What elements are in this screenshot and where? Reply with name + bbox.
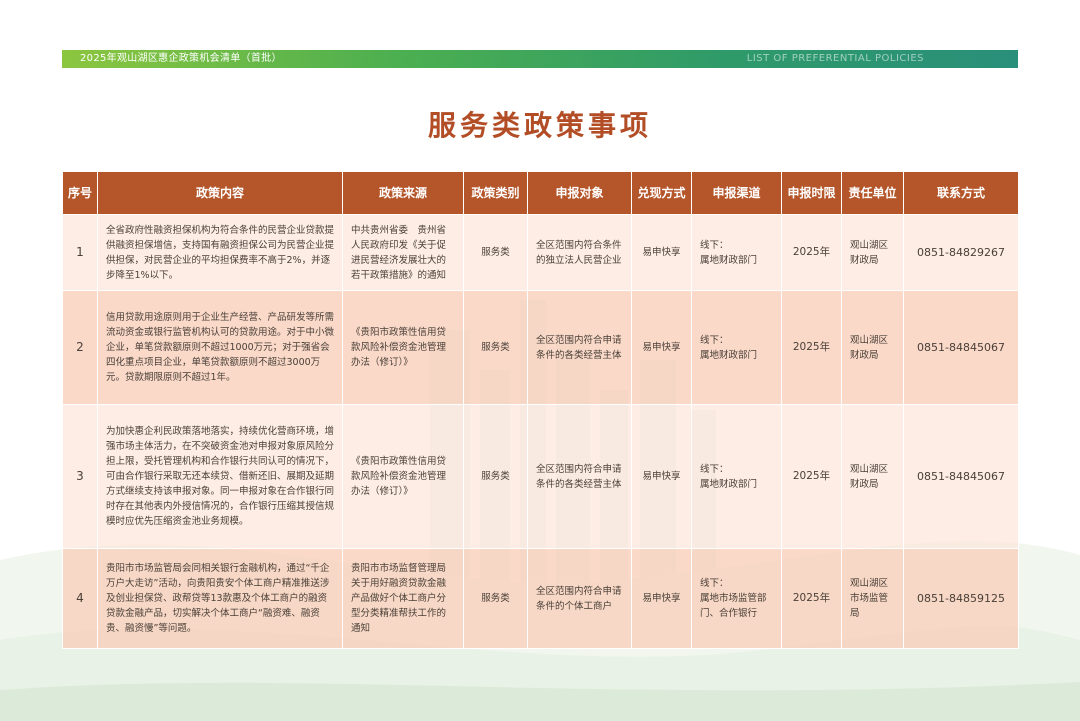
column-header-source: 政策来源 [342,171,464,215]
application-deadline: 2025年 [781,548,842,649]
column-header-deadline: 申报时限 [781,171,842,215]
fulfillment-method: 易申快享 [631,290,692,405]
fulfillment-method: 易申快享 [631,404,692,549]
fulfillment-method: 易申快享 [631,548,692,649]
column-header-unit: 责任单位 [841,171,904,215]
policy-category: 服务类 [463,290,528,405]
row-number: 3 [62,404,98,549]
row-number: 4 [62,548,98,649]
policy-source: 贵阳市市场监督管理局关于用好融资贷款金融产品做好个体工商户分型分类精准帮扶工作的… [342,548,464,649]
application-channel: 线下： 属地财政部门 [691,290,782,405]
table-row: 2 信用贷款用途原则用于企业生产经营、产品研发等所需流动资金或银行监管机构认可的… [62,290,1019,405]
application-target: 全区范围内符合条件的独立法人民营企业 [527,214,632,291]
application-target: 全区范围内符合申请条件的各类经营主体 [527,404,632,549]
responsible-unit: 观山湖区市场监管局 [841,548,904,649]
policy-source: 《贵阳市政策性信用贷款风险补偿资金池管理办法（修订）》 [342,290,464,405]
column-header-contact: 联系方式 [903,171,1019,215]
contact-phone: 0851-84845067 [903,290,1019,405]
column-header-content: 政策内容 [97,171,343,215]
policy-content: 信用贷款用途原则用于企业生产经营、产品研发等所需流动资金或银行监管机构认可的贷款… [97,290,343,405]
column-header-channel: 申报渠道 [691,171,782,215]
row-number: 1 [62,214,98,291]
column-header-category: 政策类别 [463,171,528,215]
page-title: 服务类政策事项 [427,109,652,142]
policy-content: 全省政府性融资担保机构为符合条件的民营企业贷款提供融资担保增信，支持国有融资担保… [97,214,343,291]
policy-category: 服务类 [463,214,528,291]
responsible-unit: 观山湖区财政局 [841,404,904,549]
policy-category: 服务类 [463,548,528,649]
application-channel: 线下： 属地市场监管部门、合作银行 [691,548,782,649]
policy-source: 中共贵州省委 贵州省人民政府印发《关于促进民营经济发展壮大的若干政策措施》的通知 [342,214,464,291]
row-number: 2 [62,290,98,405]
column-header-no: 序号 [62,171,98,215]
header-band: 2025年观山湖区惠企政策机会清单（首批） LIST OF PREFERENTI… [62,50,1018,68]
responsible-unit: 观山湖区财政局 [841,290,904,405]
contact-phone: 0851-84845067 [903,404,1019,549]
policy-table: 序号 政策内容 政策来源 政策类别 申报对象 兑现方式 申报渠道 申报时限 责任… [62,171,1019,649]
policy-content: 贵阳市市场监管局会同相关银行金融机构，通过“千企万户大走访”活动，向贵阳贵安个体… [97,548,343,649]
application-deadline: 2025年 [781,290,842,405]
column-header-method: 兑现方式 [631,171,692,215]
policy-source: 《贵阳市政策性信用贷款风险补偿资金池管理办法（修订）》 [342,404,464,549]
policy-category: 服务类 [463,404,528,549]
document-header-subtitle: LIST OF PREFERENTIAL POLICIES [746,53,924,64]
application-target: 全区范围内符合申请条件的各类经营主体 [527,290,632,405]
contact-phone: 0851-84859125 [903,548,1019,649]
application-channel: 线下： 属地财政部门 [691,404,782,549]
table-row: 1 全省政府性融资担保机构为符合条件的民营企业贷款提供融资担保增信，支持国有融资… [62,214,1019,291]
application-target: 全区范围内符合申请条件的个体工商户 [527,548,632,649]
fulfillment-method: 易申快享 [631,214,692,291]
document-header-title: 2025年观山湖区惠企政策机会清单（首批） [80,53,282,64]
table-row: 4 贵阳市市场监管局会同相关银行金融机构，通过“千企万户大走访”活动，向贵阳贵安… [62,548,1019,649]
policy-content: 为加快惠企利民政策落地落实，持续优化营商环境，增强市场主体活力，在不突破资金池对… [97,404,343,549]
application-deadline: 2025年 [781,404,842,549]
table-row: 3 为加快惠企利民政策落地落实，持续优化营商环境，增强市场主体活力，在不突破资金… [62,404,1019,549]
application-channel: 线下： 属地财政部门 [691,214,782,291]
column-header-target: 申报对象 [527,171,632,215]
contact-phone: 0851-84829267 [903,214,1019,291]
responsible-unit: 观山湖区财政局 [841,214,904,291]
application-deadline: 2025年 [781,214,842,291]
table-header-row: 序号 政策内容 政策来源 政策类别 申报对象 兑现方式 申报渠道 申报时限 责任… [62,171,1019,215]
